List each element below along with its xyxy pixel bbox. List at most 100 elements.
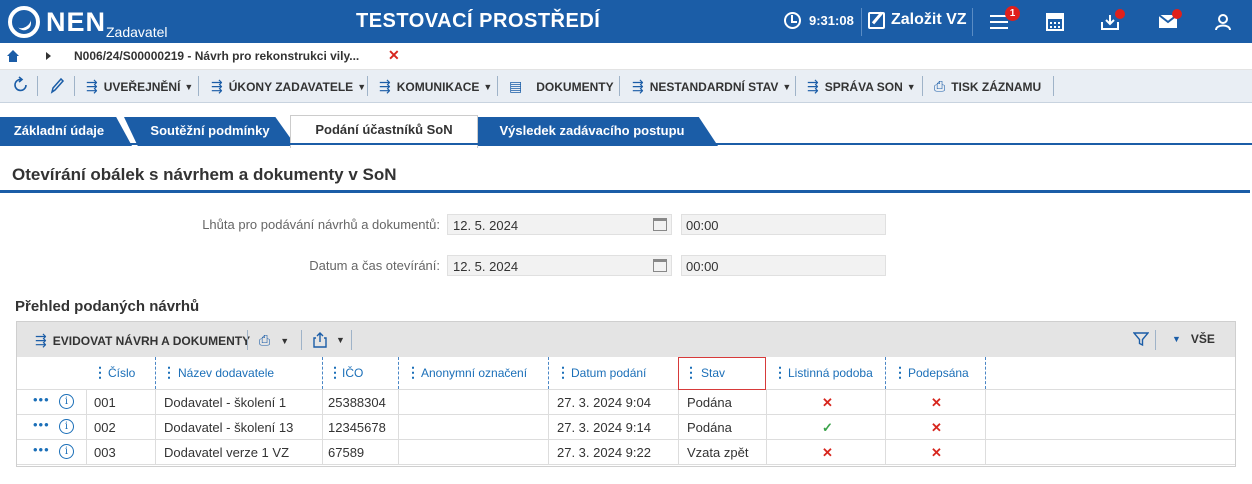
toolbar-label: KOMUNIKACE bbox=[396, 79, 480, 94]
close-icon[interactable]: ✕ bbox=[388, 47, 400, 64]
home-icon[interactable] bbox=[7, 50, 19, 62]
deadline-label: Lhůta pro podávání návrhů a dokumentů: bbox=[202, 217, 440, 232]
cell-ico: 25388304 bbox=[328, 395, 386, 410]
column-divider bbox=[155, 357, 156, 389]
create-vz-button[interactable]: Založit VZ bbox=[868, 11, 967, 29]
column-header-nazev[interactable]: Název dodavatele bbox=[178, 357, 274, 390]
refresh-button[interactable] bbox=[12, 76, 30, 94]
toolbar-tisk-zaznamu[interactable]: ⎙ TISK ZÁZNAMU bbox=[934, 78, 1041, 95]
toolbar-sprava-son[interactable]: ⇶ SPRÁVA SON ▼ bbox=[807, 78, 916, 95]
user-icon[interactable] bbox=[1211, 10, 1235, 34]
toolbar-komunikace[interactable]: ⇶ KOMUNIKACE ▼ bbox=[379, 78, 492, 95]
deadline-date-field[interactable]: 12. 5. 2024 bbox=[447, 214, 672, 235]
nen-logo[interactable]: NEN bbox=[8, 4, 106, 40]
column-header-cislo[interactable]: Číslo bbox=[108, 357, 135, 390]
cell-divider bbox=[398, 440, 399, 465]
logo-subtitle: Zadavatel bbox=[106, 24, 168, 40]
column-menu-icon[interactable]: ⋮ bbox=[93, 365, 107, 379]
cell-divider bbox=[155, 415, 156, 440]
toolbar-label: UVEŘEJNĚNÍ bbox=[103, 79, 181, 94]
toolbar-divider bbox=[795, 76, 796, 96]
toolbar-ukony-zadavatele[interactable]: ⇶ ÚKONY ZADAVATELE ▼ bbox=[211, 78, 366, 95]
table-row[interactable]: ••• i 001 Dodavatel - školení 1 25388304… bbox=[17, 390, 1235, 415]
breadcrumb-item[interactable]: N006/24/S00000219 - Návrh pro rekonstruk… bbox=[74, 49, 359, 63]
toolbar-uverejneni[interactable]: ⇶ UVEŘEJNĚNÍ ▼ bbox=[86, 78, 193, 95]
toolbar-label: ÚKONY ZADAVATELE bbox=[228, 79, 354, 94]
cell-listinna-cross-icon: ✕ bbox=[822, 445, 833, 460]
top-header: NEN Zadavatel TESTOVACÍ PROSTŘEDÍ 9:31:0… bbox=[0, 0, 1252, 43]
toolbar-dokumenty[interactable]: ▤ DOKUMENTY bbox=[509, 78, 614, 95]
cell-cislo: 002 bbox=[94, 420, 116, 435]
edit-button[interactable] bbox=[49, 76, 65, 94]
info-icon[interactable]: i bbox=[59, 419, 74, 434]
toolbar-divider bbox=[247, 330, 248, 350]
info-icon[interactable]: i bbox=[59, 394, 74, 409]
column-menu-icon[interactable]: ⋮ bbox=[162, 365, 176, 379]
column-header-podepsana[interactable]: Podepsána bbox=[908, 357, 969, 390]
tab-label: Soutěžní podmínky bbox=[150, 123, 270, 138]
grid-filter-button[interactable] bbox=[1133, 331, 1149, 347]
table-row[interactable]: ••• i 003 Dodavatel verze 1 VZ 67589 27.… bbox=[17, 440, 1235, 465]
toolbar-divider bbox=[74, 76, 75, 96]
cell-listinna-cross-icon: ✕ bbox=[822, 395, 833, 410]
column-header-listinna[interactable]: Listinná podoba bbox=[788, 357, 873, 390]
column-header-stav[interactable]: Stav bbox=[701, 357, 725, 390]
mail-alert-dot bbox=[1172, 9, 1182, 19]
calendar-icon[interactable] bbox=[653, 259, 667, 272]
calculator-icon[interactable] bbox=[1043, 10, 1067, 34]
cell-divider bbox=[766, 440, 767, 465]
cell-divider bbox=[766, 390, 767, 415]
column-divider bbox=[985, 357, 986, 389]
column-header-anonymni[interactable]: Anonymní označení bbox=[421, 357, 527, 390]
column-menu-icon[interactable]: ⋮ bbox=[893, 365, 907, 379]
column-menu-icon[interactable]: ⋮ bbox=[328, 365, 342, 379]
row-actions-icon[interactable]: ••• bbox=[33, 417, 50, 432]
cell-divider bbox=[322, 440, 323, 465]
print-icon: ⎙ bbox=[934, 78, 946, 94]
tab-bar: Základní údaje Soutěžní podmínky Podání … bbox=[0, 103, 1252, 148]
column-header-ico[interactable]: IČO bbox=[342, 357, 363, 390]
toolbar-divider bbox=[1155, 330, 1156, 350]
deadline-time-field[interactable]: 00:00 bbox=[681, 214, 886, 235]
toolbar-divider bbox=[351, 330, 352, 350]
row-actions-icon[interactable]: ••• bbox=[33, 442, 50, 457]
print-icon: ⎙ bbox=[259, 332, 271, 348]
tab-zakladni-udaje[interactable]: Základní údaje bbox=[0, 117, 132, 146]
action-list-icon: ⇶ bbox=[35, 332, 47, 348]
calendar-icon[interactable] bbox=[653, 218, 667, 231]
table-row[interactable]: ••• i 002 Dodavatel - školení 13 1234567… bbox=[17, 415, 1235, 440]
grid-view-selector[interactable]: ▼ VŠE bbox=[1172, 332, 1215, 346]
cell-podepsana-cross-icon: ✕ bbox=[931, 445, 942, 460]
column-menu-icon[interactable]: ⋮ bbox=[684, 365, 698, 379]
column-menu-icon[interactable]: ⋮ bbox=[773, 365, 787, 379]
cell-divider bbox=[398, 415, 399, 440]
notification-badge: 1 bbox=[1005, 6, 1020, 21]
create-vz-label: Založit VZ bbox=[891, 11, 967, 28]
tab-soutezni-podminky[interactable]: Soutěžní podmínky bbox=[124, 117, 296, 146]
cell-divider bbox=[985, 415, 986, 440]
cell-datum: 27. 3. 2024 9:04 bbox=[557, 395, 651, 410]
info-icon[interactable]: i bbox=[59, 444, 74, 459]
toolbar-nestandardni-stav[interactable]: ⇶ NESTANDARDNÍ STAV ▼ bbox=[632, 78, 791, 95]
cell-datum: 27. 3. 2024 9:14 bbox=[557, 420, 651, 435]
column-header-datum[interactable]: Datum podání bbox=[571, 357, 646, 390]
logo-icon bbox=[8, 6, 40, 38]
opening-date-field[interactable]: 12. 5. 2024 bbox=[447, 255, 672, 276]
row-actions-icon[interactable]: ••• bbox=[33, 392, 50, 407]
submissions-grid: ⇶ EVIDOVAT NÁVRH A DOKUMENTY ⎙ ▼ ▼ ▼ VŠE… bbox=[16, 321, 1236, 467]
add-submission-button[interactable]: ⇶ EVIDOVAT NÁVRH A DOKUMENTY bbox=[35, 332, 250, 349]
cell-nazev: Dodavatel - školení 13 bbox=[164, 420, 294, 435]
cell-ico: 12345678 bbox=[328, 420, 386, 435]
tab-vysledek-zadavaciho-postupu[interactable]: Výsledek zadávacího postupu bbox=[478, 117, 718, 146]
clock-icon bbox=[784, 12, 801, 29]
grid-export-button[interactable]: ▼ bbox=[313, 332, 345, 348]
column-menu-icon[interactable]: ⋮ bbox=[406, 365, 420, 379]
opening-time-field[interactable]: 00:00 bbox=[681, 255, 886, 276]
toolbar-divider bbox=[922, 76, 923, 96]
column-menu-icon[interactable]: ⋮ bbox=[556, 365, 570, 379]
grid-print-button[interactable]: ⎙ ▼ bbox=[259, 332, 289, 349]
cell-divider bbox=[678, 440, 679, 465]
environment-title: TESTOVACÍ PROSTŘEDÍ bbox=[356, 10, 601, 32]
session-time: 9:31:08 bbox=[809, 13, 854, 28]
action-list-icon: ⇶ bbox=[632, 78, 644, 94]
